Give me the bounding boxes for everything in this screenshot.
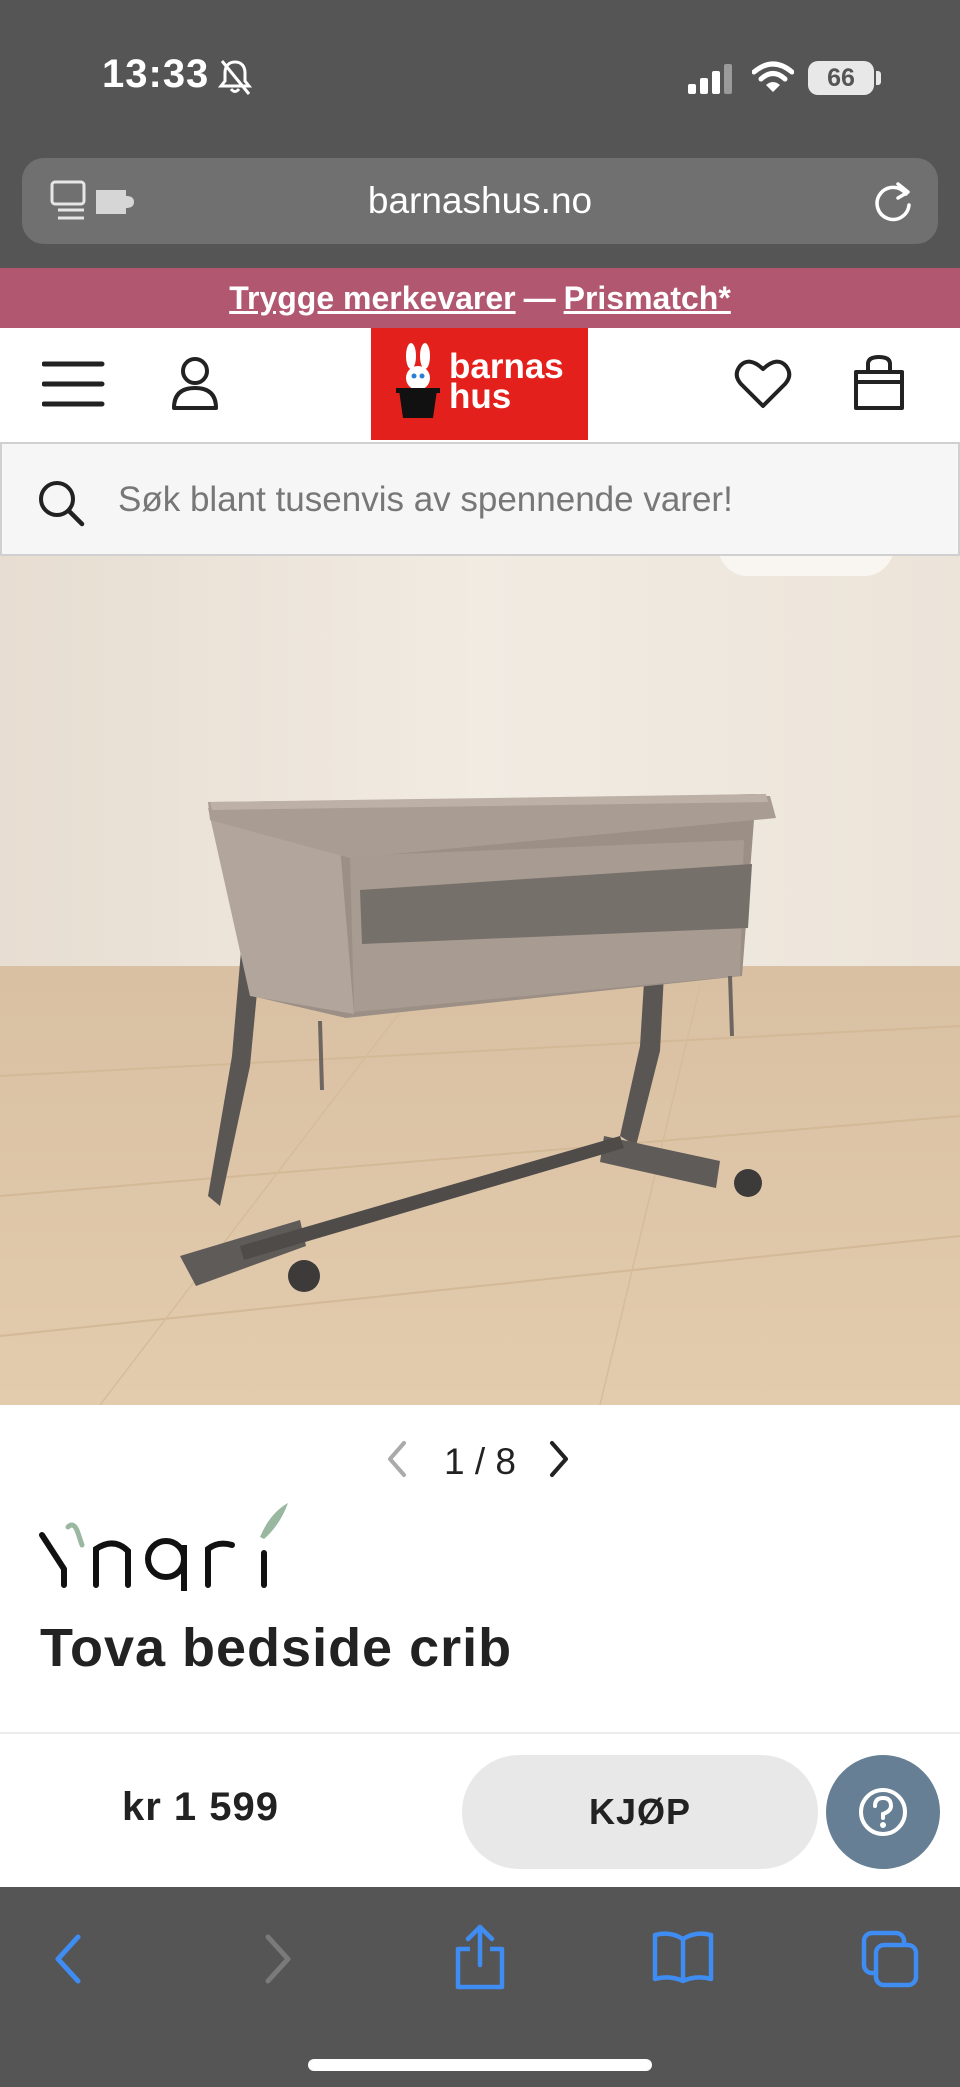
browser-toolbar [0, 1887, 960, 2087]
share-icon[interactable] [452, 1923, 508, 1991]
help-button[interactable] [826, 1755, 940, 1869]
chevron-right-icon[interactable] [544, 1439, 574, 1479]
product-info: 1 / 8 Tova bedside crib [0, 1405, 960, 1735]
crib-image [0, 556, 960, 1405]
wifi-icon [752, 61, 794, 92]
url-text[interactable]: barnashus.no [22, 158, 938, 244]
image-pager: 1 / 8 [0, 1429, 960, 1489]
signal-icon [688, 64, 732, 94]
home-indicator [308, 2059, 652, 2071]
brand-logo[interactable] [38, 1495, 298, 1591]
product-image[interactable] [0, 556, 960, 1405]
search-input[interactable] [118, 472, 918, 528]
status-time: 13:33 [102, 52, 210, 96]
site-logo[interactable]: barnas hus [371, 328, 588, 440]
status-bar: 13:33 66 [0, 0, 960, 150]
menu-icon[interactable] [42, 358, 106, 412]
account-icon[interactable] [170, 356, 220, 412]
site-header: barnas hus [0, 328, 960, 442]
product-title: Tova bedside crib [40, 1618, 513, 1678]
tabs-icon[interactable] [860, 1929, 920, 1989]
buy-bar: kr 1 599 KJØP [0, 1735, 960, 1887]
question-icon [859, 1788, 907, 1836]
forward-icon[interactable] [258, 1929, 298, 1989]
battery-icon: 66 [808, 61, 874, 95]
address-bar[interactable]: barnashus.no [22, 158, 938, 244]
bag-icon[interactable] [852, 354, 906, 412]
image-overlay-pill [718, 556, 894, 576]
logo-text: barnas hus [449, 349, 564, 416]
back-icon[interactable] [48, 1929, 88, 1989]
promo-separator: — [523, 280, 556, 316]
heart-icon[interactable] [734, 356, 792, 410]
promo-link-pricematch[interactable]: Prismatch* [564, 280, 731, 316]
search-icon[interactable] [36, 478, 86, 528]
reload-icon[interactable] [870, 178, 916, 224]
product-price: kr 1 599 [122, 1785, 280, 1829]
bunny-logo-icon [396, 343, 440, 418]
bell-slash-icon [218, 60, 252, 95]
battery-nub [876, 71, 881, 85]
search-bar [0, 442, 960, 556]
bookmarks-icon[interactable] [652, 1929, 714, 1985]
logo-line2: hus [449, 377, 512, 416]
divider [0, 1732, 960, 1734]
promo-banner: Trygge merkevarer — Prismatch* [0, 268, 960, 328]
buy-button[interactable]: KJØP [462, 1755, 818, 1869]
pager-count: 1 / 8 [444, 1441, 516, 1482]
promo-link-brands[interactable]: Trygge merkevarer [229, 280, 515, 316]
